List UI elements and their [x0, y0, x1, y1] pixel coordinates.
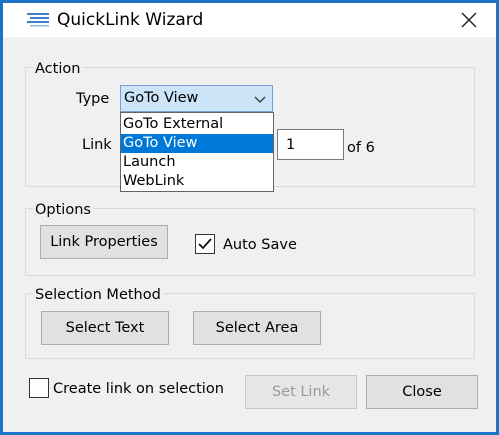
options-group-label: Options: [33, 201, 93, 219]
page-number-value: 1: [286, 137, 296, 153]
dropdown-option-goto-external[interactable]: GoTo External: [121, 115, 273, 134]
type-dropdown-value: GoTo View: [124, 90, 199, 106]
auto-save-label: Auto Save: [223, 237, 297, 253]
select-area-button[interactable]: Select Area: [193, 311, 321, 345]
link-label: Link: [82, 137, 112, 153]
set-link-button[interactable]: Set Link: [245, 375, 357, 409]
page-count-label: of 6: [347, 140, 375, 156]
type-dropdown[interactable]: GoTo View: [120, 85, 273, 112]
create-link-label: Create link on selection: [53, 381, 224, 397]
dropdown-option-weblink[interactable]: WebLink: [121, 172, 273, 191]
dropdown-option-launch[interactable]: Launch: [121, 153, 273, 172]
quicklink-wizard-dialog: QuickLink Wizard Action Type GoTo View L…: [0, 0, 499, 435]
close-button[interactable]: Close: [366, 375, 478, 409]
page-number-input[interactable]: 1: [277, 129, 344, 160]
type-label: Type: [76, 91, 110, 107]
select-text-button[interactable]: Select Text: [41, 311, 169, 345]
dropdown-option-goto-view[interactable]: GoTo View: [121, 134, 273, 153]
selection-method-group-label: Selection Method: [33, 286, 163, 304]
create-link-checkbox[interactable]: [29, 378, 49, 398]
auto-save-checkbox[interactable]: [195, 234, 215, 254]
checkmark-icon: [198, 238, 212, 250]
type-dropdown-list: GoTo External GoTo View Launch WebLink: [120, 112, 274, 192]
chevron-down-icon: [254, 93, 266, 103]
title-bar: QuickLink Wizard: [3, 3, 496, 37]
link-properties-button[interactable]: Link Properties: [40, 225, 168, 259]
close-icon[interactable]: [452, 7, 486, 33]
window-title: QuickLink Wizard: [57, 10, 204, 30]
quicklink-icon: [27, 11, 51, 27]
action-group-label: Action: [33, 60, 83, 78]
